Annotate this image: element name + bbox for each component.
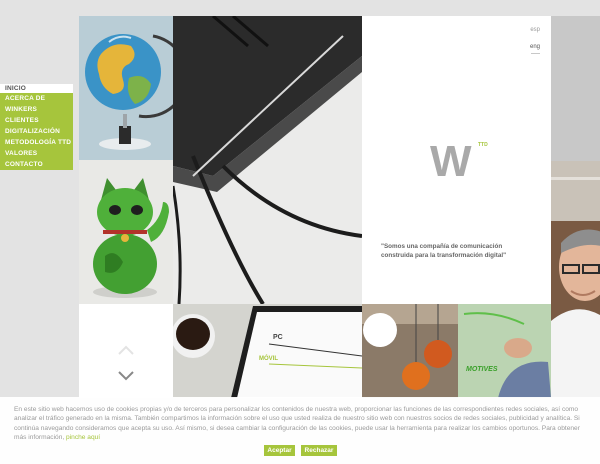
nav-item-digitalizacion[interactable]: DIGITALIZACIÓN: [0, 126, 73, 137]
chevron-up-icon[interactable]: [117, 344, 135, 356]
winkers-logo: W: [430, 137, 472, 186]
right-top-image: [551, 16, 600, 161]
glassboard-label: MOTIVES: [466, 366, 498, 373]
reject-cookies-button[interactable]: Rechazar: [301, 445, 337, 456]
notebook-illustration: [173, 16, 362, 304]
lucky-cat-image: [79, 160, 173, 304]
lamps-image: [362, 304, 458, 398]
glassboard-image: MOTIVES: [458, 304, 551, 398]
accept-cookies-button[interactable]: Aceptar: [264, 445, 295, 456]
tablet-image: PC MÓVIL: [173, 304, 362, 398]
lamps-illustration: [362, 304, 458, 398]
globe-image: [79, 16, 173, 160]
cookie-banner: En este sitio web hacemos uso de cookies…: [0, 397, 600, 464]
nav-item-acerca-de[interactable]: ACERCA DE: [0, 93, 73, 104]
nav-item-contacto[interactable]: CONTACTO: [0, 159, 73, 170]
glassboard-illustration: [458, 304, 551, 398]
tagline-line-1: "Somos una compañía de comunicación: [381, 243, 503, 250]
main-nav: INICIO ACERCA DE WINKERS CLIENTES DIGITA…: [0, 84, 73, 170]
cookie-message: En este sitio web hacemos uso de cookies…: [14, 405, 586, 442]
brand-panel: esp eng W TTD "Somos una compañía de com…: [362, 16, 551, 304]
nav-item-metodologia-ttd[interactable]: METODOLOGÍA TTD: [0, 137, 73, 148]
lang-esp-link[interactable]: esp: [530, 27, 540, 33]
tagline-line-2: construida para la transformación digita…: [381, 252, 507, 259]
nav-item-valores[interactable]: VALORES: [0, 148, 73, 159]
lucky-cat-illustration: [79, 160, 173, 304]
tablet-label-pc: PC: [273, 334, 283, 341]
nav-item-clientes[interactable]: CLIENTES: [0, 115, 73, 126]
cookie-info-link[interactable]: pinche aquí: [66, 434, 100, 441]
brand-tagline: "Somos una compañía de comunicación cons…: [381, 242, 531, 260]
nav-item-winkers[interactable]: WINKERS: [0, 104, 73, 115]
gray-photo: [551, 16, 600, 161]
nav-item-inicio[interactable]: INICIO: [0, 84, 73, 93]
portrait-image: [551, 161, 600, 397]
tablet-illustration: [173, 304, 362, 398]
slider-controls: [79, 304, 173, 398]
chevron-down-icon[interactable]: [117, 370, 135, 382]
tablet-label-movil: MÓVIL: [259, 356, 278, 362]
globe-illustration: [79, 16, 173, 160]
logo-ttd-mark: TTD: [478, 142, 488, 148]
man-portrait: [551, 161, 600, 397]
lang-divider: [531, 53, 540, 54]
notebook-image: [173, 16, 362, 304]
lang-eng-link[interactable]: eng: [530, 44, 540, 50]
